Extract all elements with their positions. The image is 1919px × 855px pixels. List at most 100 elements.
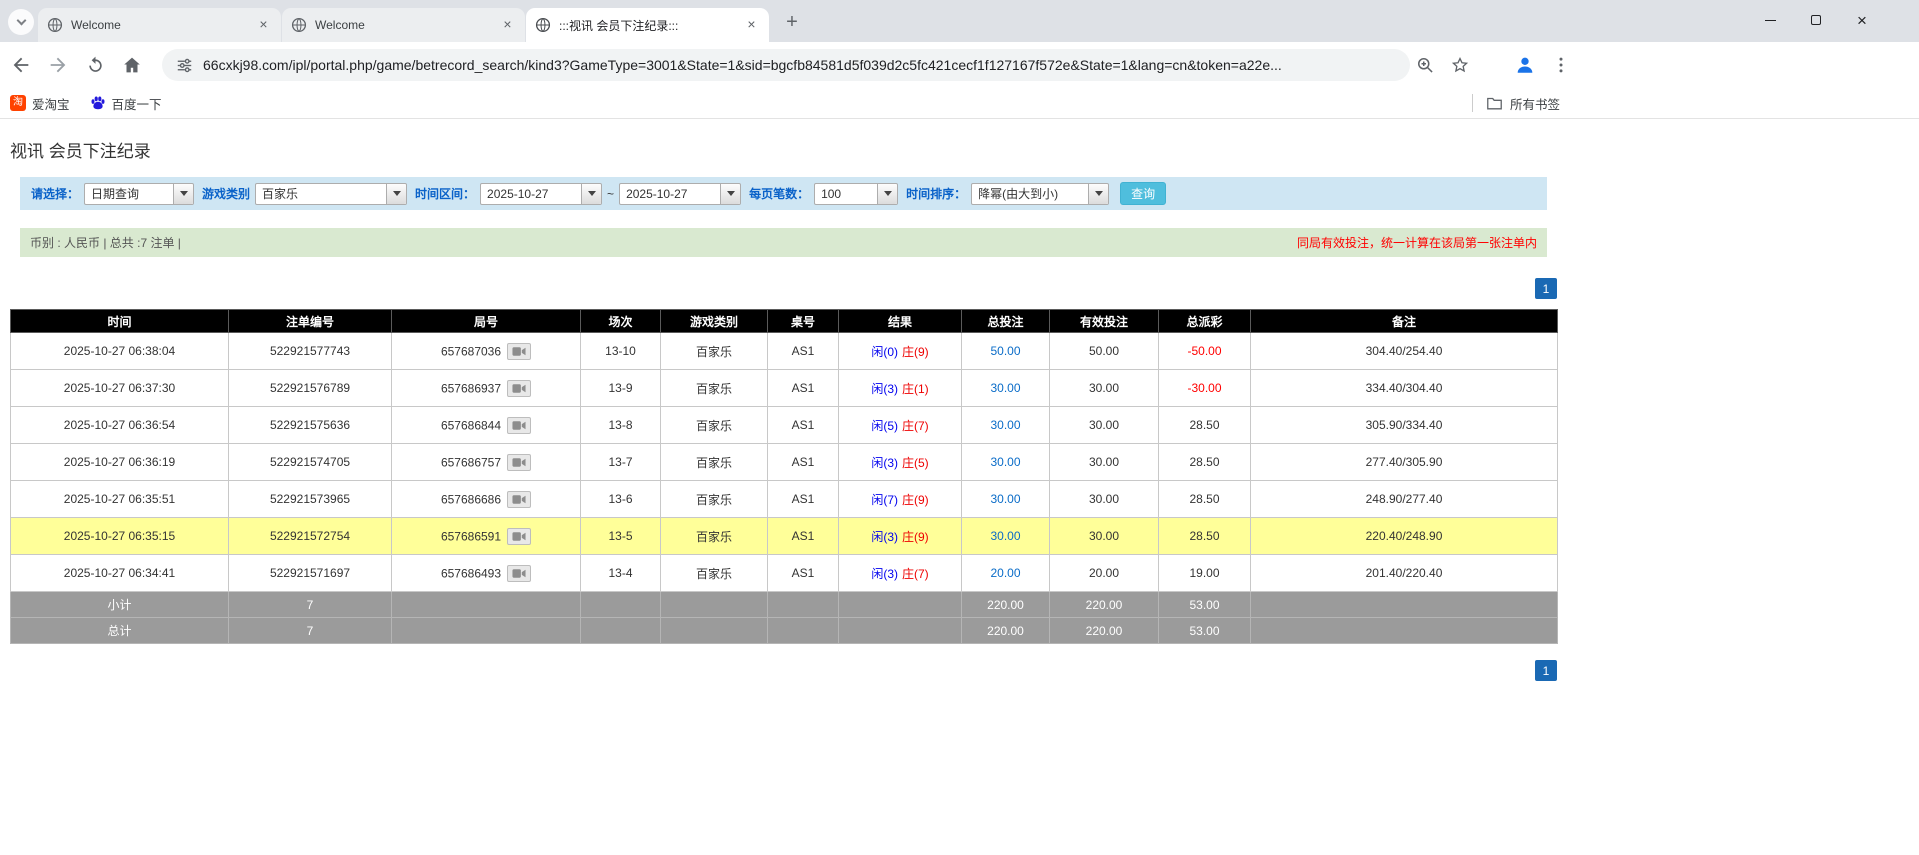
total-bet-link[interactable]: 30.00 bbox=[990, 455, 1020, 469]
all-bookmarks[interactable]: 所有书签 bbox=[1472, 94, 1560, 113]
dropdown-button[interactable] bbox=[877, 184, 897, 204]
profile-avatar-icon[interactable] bbox=[1514, 54, 1536, 76]
total-label: 总计 bbox=[11, 618, 229, 644]
video-replay-button[interactable] bbox=[507, 528, 531, 545]
pagination-page-1[interactable]: 1 bbox=[1535, 278, 1557, 299]
dropdown-button[interactable] bbox=[720, 184, 740, 204]
cell-round: 657686844 bbox=[392, 407, 581, 444]
minimize-icon bbox=[1765, 20, 1776, 21]
tab-search-button[interactable] bbox=[8, 9, 34, 35]
address-bar[interactable]: 66cxkj98.com/ipl/portal.php/game/betreco… bbox=[162, 49, 1410, 81]
cell-valid-bet: 30.00 bbox=[1050, 481, 1159, 518]
dropdown-button[interactable] bbox=[1088, 184, 1108, 204]
reload-button[interactable] bbox=[79, 49, 111, 81]
cell-table-no: AS1 bbox=[768, 444, 839, 481]
result-player: 闲(3) bbox=[871, 567, 898, 581]
tab-betrecord-active[interactable]: :::视讯 会员下注纪录::: × bbox=[526, 8, 769, 42]
tab-close-icon[interactable]: × bbox=[255, 17, 272, 34]
tab-title: Welcome bbox=[315, 18, 499, 32]
maximize-button[interactable] bbox=[1793, 4, 1839, 36]
column-header-remark: 备注 bbox=[1251, 310, 1558, 333]
subtotal-total-bet: 220.00 bbox=[962, 592, 1050, 618]
bookmark-star-icon[interactable] bbox=[1450, 55, 1470, 75]
forward-button[interactable] bbox=[42, 49, 74, 81]
result-banker: 庄(9) bbox=[902, 493, 929, 507]
cell-total-bet: 30.00 bbox=[962, 370, 1050, 407]
video-replay-button[interactable] bbox=[507, 454, 531, 471]
zoom-icon[interactable] bbox=[1415, 55, 1435, 75]
dropdown-button[interactable] bbox=[173, 184, 193, 204]
cell-valid-bet: 50.00 bbox=[1050, 333, 1159, 370]
dropdown-button[interactable] bbox=[386, 184, 406, 204]
search-button[interactable]: 查询 bbox=[1120, 182, 1166, 205]
total-bet-link[interactable]: 30.00 bbox=[990, 529, 1020, 543]
cell-remark: 201.40/220.40 bbox=[1251, 555, 1558, 592]
dropdown-button[interactable] bbox=[581, 184, 601, 204]
bet-table-summary: 小计 7 220.00 220.00 53.00 总计 7 220.00 220… bbox=[11, 592, 1558, 644]
cell-total-bet: 30.00 bbox=[962, 407, 1050, 444]
column-header-payout: 总派彩 bbox=[1159, 310, 1251, 333]
bookmark-baidu[interactable]: 百度一下 bbox=[90, 94, 162, 113]
table-row: 2025-10-27 06:35:15 522921572754 6576865… bbox=[11, 518, 1558, 555]
video-replay-button[interactable] bbox=[507, 565, 531, 582]
pagination-page-1[interactable]: 1 bbox=[1535, 660, 1557, 681]
cell-round: 657686591 bbox=[392, 518, 581, 555]
game-type-input[interactable]: 百家乐 bbox=[256, 184, 386, 204]
bookmark-label: 爱淘宝 bbox=[32, 94, 70, 113]
column-header-valid-bet: 有效投注 bbox=[1050, 310, 1159, 333]
new-tab-button[interactable]: + bbox=[778, 8, 806, 36]
total-bet-link[interactable]: 30.00 bbox=[990, 492, 1020, 506]
cell-bet-id: 522921574705 bbox=[229, 444, 392, 481]
navigation-bar: 66cxkj98.com/ipl/portal.php/game/betreco… bbox=[0, 42, 1919, 88]
total-bet-link[interactable]: 30.00 bbox=[990, 418, 1020, 432]
currency-total-text: 币别 : 人民币 | 总共 :7 注单 | bbox=[30, 234, 181, 251]
column-header-session: 场次 bbox=[581, 310, 661, 333]
cell-session: 13-9 bbox=[581, 370, 661, 407]
result-banker: 庄(7) bbox=[902, 567, 929, 581]
menu-dots-icon[interactable] bbox=[1551, 55, 1571, 75]
home-button[interactable] bbox=[116, 49, 148, 81]
cell-table-no: AS1 bbox=[768, 407, 839, 444]
game-type-label: 游戏类别 bbox=[202, 185, 250, 202]
close-button[interactable]: × bbox=[1839, 4, 1885, 36]
tab-welcome-1[interactable]: Welcome × bbox=[38, 8, 281, 42]
cell-valid-bet: 20.00 bbox=[1050, 555, 1159, 592]
tab-close-icon[interactable]: × bbox=[499, 17, 516, 34]
query-mode-input[interactable]: 日期查询 bbox=[85, 184, 173, 204]
page-size-combobox: 100 bbox=[814, 183, 898, 205]
cell-valid-bet: 30.00 bbox=[1050, 370, 1159, 407]
back-button[interactable] bbox=[5, 49, 37, 81]
total-bet-link[interactable]: 50.00 bbox=[990, 344, 1020, 358]
cell-game-type: 百家乐 bbox=[661, 555, 768, 592]
video-replay-button[interactable] bbox=[507, 343, 531, 360]
cell-table-no: AS1 bbox=[768, 333, 839, 370]
time-sort-input[interactable]: 降幂(由大到小) bbox=[972, 184, 1088, 204]
pagination-bottom: 1 bbox=[10, 660, 1557, 681]
date-from-input[interactable]: 2025-10-27 bbox=[481, 184, 581, 204]
tab-close-icon[interactable]: × bbox=[743, 17, 760, 34]
minimize-button[interactable] bbox=[1747, 4, 1793, 36]
bookmark-aitaobao[interactable]: 淘 爱淘宝 bbox=[10, 94, 70, 113]
page-size-input[interactable]: 100 bbox=[815, 184, 877, 204]
cell-payout: -50.00 bbox=[1159, 333, 1251, 370]
video-replay-button[interactable] bbox=[507, 417, 531, 434]
total-bet-link[interactable]: 30.00 bbox=[990, 381, 1020, 395]
tab-welcome-2[interactable]: Welcome × bbox=[282, 8, 525, 42]
total-payout: 53.00 bbox=[1159, 618, 1251, 644]
cell-payout: 28.50 bbox=[1159, 407, 1251, 444]
date-to-input[interactable]: 2025-10-27 bbox=[620, 184, 720, 204]
site-settings-icon[interactable] bbox=[176, 57, 193, 74]
result-banker: 庄(7) bbox=[902, 419, 929, 433]
cell-result: 闲(3)庄(1) bbox=[839, 370, 962, 407]
globe-favicon-icon bbox=[535, 17, 551, 33]
page-content: 视讯 会员下注纪录 请选择： 日期查询 游戏类别 百家乐 时间区间： 2025-… bbox=[0, 119, 1919, 681]
result-player: 闲(3) bbox=[871, 456, 898, 470]
result-banker: 庄(5) bbox=[902, 456, 929, 470]
column-header-table-no: 桌号 bbox=[768, 310, 839, 333]
cell-game-type: 百家乐 bbox=[661, 444, 768, 481]
video-replay-button[interactable] bbox=[507, 491, 531, 508]
total-bet-link[interactable]: 20.00 bbox=[990, 566, 1020, 580]
video-replay-button[interactable] bbox=[507, 380, 531, 397]
cell-time: 2025-10-27 06:35:51 bbox=[11, 481, 229, 518]
page-title: 视讯 会员下注纪录 bbox=[10, 137, 1919, 162]
